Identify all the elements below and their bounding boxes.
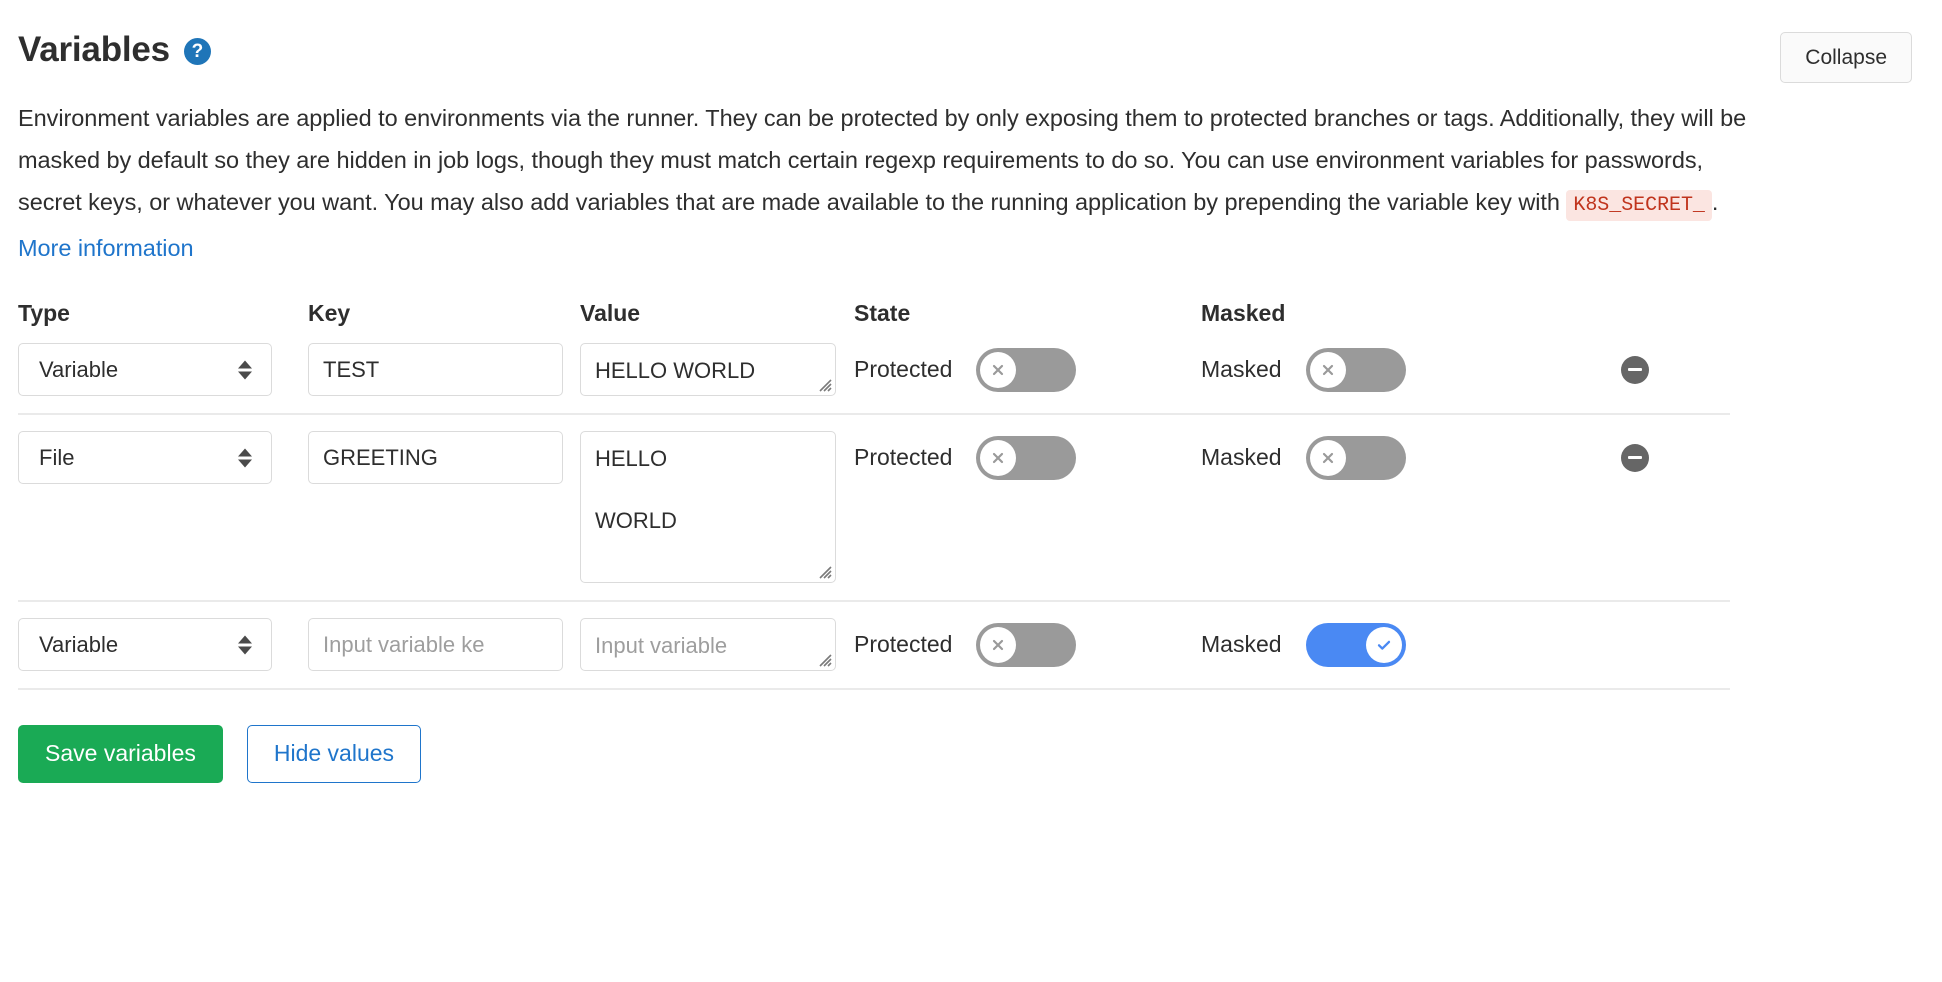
table-row: Variable Protected [18, 602, 1730, 691]
help-icon[interactable]: ? [183, 38, 211, 65]
description-part2: . [1711, 189, 1719, 216]
description-part1: Environment variables are applied to env… [18, 105, 1747, 216]
toggle-knob [980, 351, 1017, 388]
protected-label: Protected [854, 631, 953, 658]
masked-cell: Masked [1201, 618, 1591, 671]
state-cell: Protected [854, 431, 1201, 484]
value-cell [580, 618, 854, 672]
description-text: Environment variables are applied to env… [18, 97, 1748, 269]
variable-type-select[interactable]: Variable [18, 618, 272, 672]
table-row: Variable Protected [18, 327, 1730, 416]
variable-key-input[interactable] [308, 618, 563, 672]
code-snippet: K8S_SECRET_ [1566, 190, 1712, 222]
variable-key-input[interactable] [308, 343, 563, 397]
key-cell [308, 618, 580, 672]
column-header-type: Type [18, 300, 70, 327]
column-header-key: Key [308, 300, 351, 327]
remove-variable-button[interactable] [1621, 355, 1649, 384]
collapse-button[interactable]: Collapse [1780, 32, 1912, 84]
type-cell: Variable [18, 343, 308, 397]
key-cell [308, 343, 580, 397]
protected-toggle[interactable] [976, 622, 1077, 667]
variable-value-textarea[interactable] [580, 343, 836, 397]
table-row: File Protected [18, 415, 1730, 603]
close-icon [993, 639, 1004, 650]
toggle-knob [1309, 439, 1346, 476]
protected-toggle[interactable] [976, 347, 1077, 392]
column-header-value: Value [580, 300, 641, 327]
variables-panel: Variables ? Collapse Environment variabl… [0, 0, 1942, 982]
masked-toggle[interactable] [1305, 435, 1406, 480]
protected-label: Protected [854, 356, 953, 383]
footer-actions: Save variables Hide values [18, 725, 1924, 783]
panel-header: Variables ? Collapse [18, 0, 1924, 84]
masked-cell: Masked [1201, 343, 1591, 396]
close-icon [993, 452, 1004, 463]
variables-table: Type Key Value State Masked Variable TES… [18, 285, 1730, 691]
masked-cell: Masked [1201, 431, 1591, 484]
type-cell: Variable [18, 618, 308, 672]
protected-toggle[interactable] [976, 435, 1077, 480]
minus-icon [1628, 367, 1642, 372]
variable-value-textarea[interactable] [580, 431, 836, 584]
table-header-row: Type Key Value State Masked [18, 285, 1730, 327]
toggle-knob [980, 439, 1017, 476]
column-header-state: State [854, 300, 911, 327]
key-cell [308, 431, 580, 485]
variable-type-select[interactable]: File [18, 431, 272, 485]
state-cell: Protected [854, 618, 1201, 671]
page-title: Variables [18, 30, 170, 69]
masked-label: Masked [1201, 631, 1282, 658]
variable-type-select[interactable]: Variable [18, 343, 272, 397]
type-cell: File [18, 431, 308, 485]
value-cell [580, 431, 854, 584]
masked-toggle[interactable] [1305, 622, 1406, 667]
save-variables-button[interactable]: Save variables [18, 725, 223, 783]
more-information-link[interactable]: More information [18, 235, 194, 261]
remove-cell [1591, 431, 1711, 484]
variable-key-input[interactable] [308, 431, 563, 485]
close-icon [993, 364, 1004, 375]
close-icon [1322, 452, 1333, 463]
hide-values-button[interactable]: Hide values [246, 725, 422, 783]
remove-variable-button[interactable] [1621, 443, 1649, 472]
toggle-knob [1309, 351, 1346, 388]
toggle-knob [980, 626, 1017, 663]
state-cell: Protected [854, 343, 1201, 396]
check-icon [1377, 640, 1390, 650]
masked-label: Masked [1201, 356, 1282, 383]
protected-label: Protected [854, 444, 953, 471]
column-header-masked: Masked [1201, 300, 1286, 327]
title-group: Variables ? [18, 32, 211, 67]
masked-label: Masked [1201, 444, 1282, 471]
toggle-knob [1365, 626, 1402, 663]
minus-icon [1628, 455, 1642, 460]
remove-cell [1591, 343, 1711, 396]
variable-value-textarea[interactable] [580, 618, 836, 672]
close-icon [1322, 364, 1333, 375]
masked-toggle[interactable] [1305, 347, 1406, 392]
value-cell [580, 343, 854, 397]
